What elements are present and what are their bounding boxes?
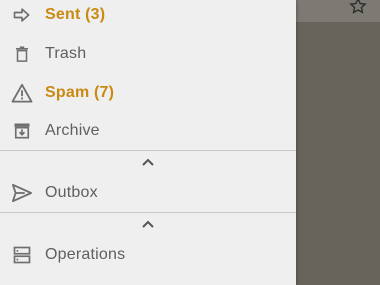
archive-icon [11,120,33,142]
star-icon [349,0,367,14]
navigation-drawer: Sent (3) Trash Spam (7) Archive Outbox O… [0,0,296,285]
server-icon [11,244,33,266]
drawer-item-sent[interactable]: Sent (3) [0,0,296,34]
drawer-item-label: Trash [45,45,87,62]
drawer-item-label: Archive [45,122,100,139]
chevron-up-icon[interactable] [140,218,156,230]
send-icon [11,182,33,204]
divider [0,150,296,151]
warning-icon [11,82,33,104]
chevron-up-icon[interactable] [140,156,156,168]
drawer-item-label: Sent (3) [45,6,106,23]
drawer-item-label: Operations [45,246,126,263]
divider [0,212,296,213]
drawer-item-operations[interactable]: Operations [0,236,296,274]
arrow-right-icon [11,4,33,26]
drawer-item-label: Spam (7) [45,84,115,101]
trash-icon [11,43,33,65]
drawer-item-label: Outbox [45,184,98,201]
drawer-item-archive[interactable]: Archive [0,112,296,150]
drawer-item-spam[interactable]: Spam (7) [0,74,296,112]
drawer-item-trash[interactable]: Trash [0,35,296,73]
drawer-item-outbox[interactable]: Outbox [0,174,296,212]
